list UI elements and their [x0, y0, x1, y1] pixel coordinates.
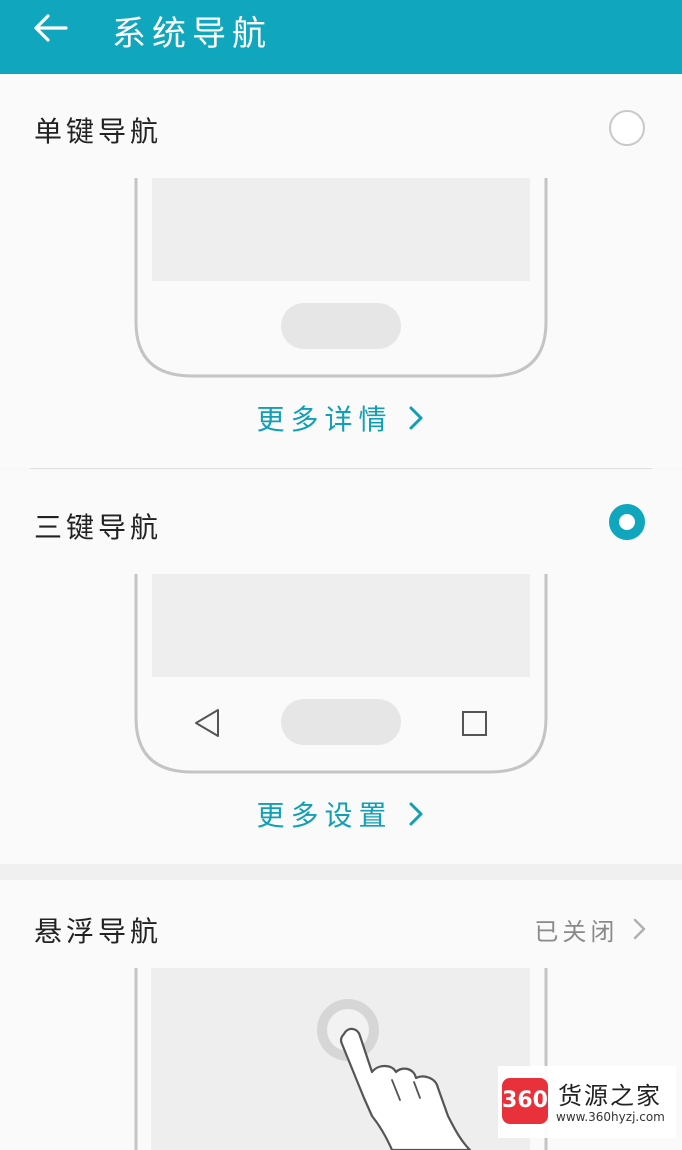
- back-button[interactable]: [26, 8, 82, 64]
- more-details-link[interactable]: 更多详情: [0, 398, 682, 438]
- chevron-right-icon: [409, 802, 423, 826]
- back-arrow-icon: [34, 14, 68, 42]
- option-three-key-navigation[interactable]: 三键导航 更多设置: [0, 470, 682, 864]
- more-settings-label: 更多设置: [256, 799, 393, 832]
- back-triangle-icon: [195, 709, 219, 737]
- app-bar: 系统导航: [0, 0, 682, 74]
- section-gap: [0, 864, 682, 880]
- watermark-name: 货源之家: [558, 1082, 662, 1110]
- more-settings-link[interactable]: 更多设置: [0, 794, 682, 834]
- home-key-shape: [281, 699, 401, 745]
- watermark: 360 货源之家 www.360hyzj.com: [498, 1066, 676, 1138]
- page-title: 系统导航: [112, 14, 272, 54]
- more-details-label: 更多详情: [256, 403, 393, 436]
- three-key-phone-illustration: [134, 574, 548, 774]
- screen-area: [152, 178, 530, 281]
- section-divider: [30, 468, 652, 469]
- watermark-url: www.360hyzj.com: [556, 1110, 665, 1124]
- home-key-shape: [281, 303, 401, 349]
- recent-apps-square-icon: [462, 711, 487, 736]
- single-key-phone-illustration: [134, 178, 548, 378]
- option-single-key-navigation[interactable]: 单键导航 更多详情: [0, 74, 682, 468]
- chevron-right-icon: [409, 406, 423, 430]
- watermark-logo: 360: [502, 1078, 548, 1124]
- screen-area: [152, 574, 530, 677]
